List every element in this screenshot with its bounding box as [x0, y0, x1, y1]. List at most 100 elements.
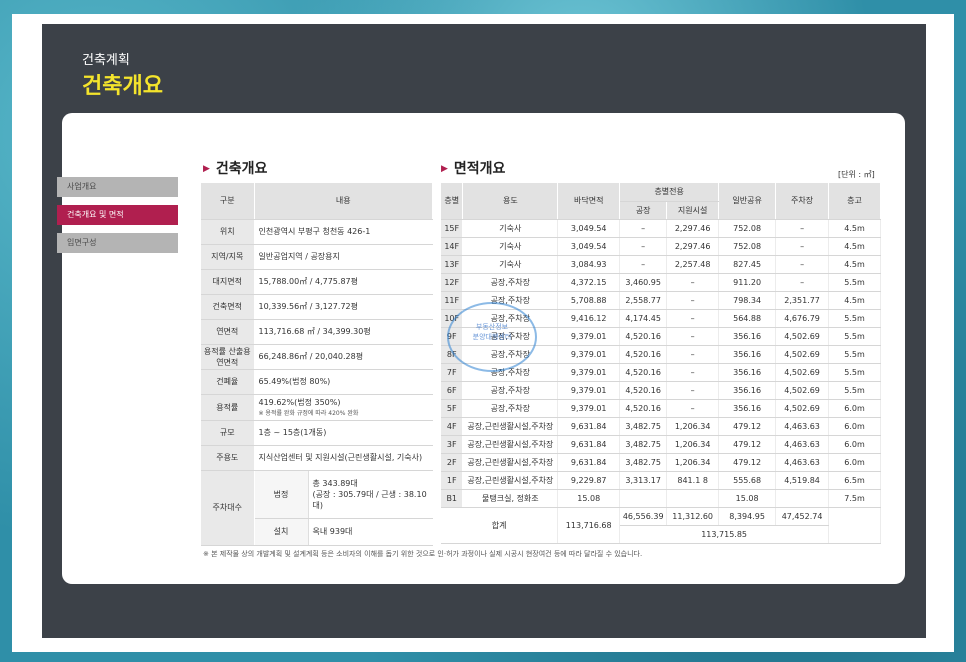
overview-section-title: ▶ 건축개요 — [203, 158, 267, 178]
table-cell-u: 기숙사 — [462, 237, 559, 256]
table-cell-f: 1F — [441, 471, 464, 490]
sidebar-item-business[interactable]: 사업개요 — [57, 177, 178, 197]
table-cell-h: 5.5m — [828, 273, 881, 292]
table-row: 3F 공장,근린생활시설,주차장 9,631.84 3,482.75 1,206.34 4… — [441, 435, 881, 454]
table-cell-s: 2,257.48 — [666, 255, 720, 274]
table-cell-a: 9,379.01 — [557, 327, 621, 346]
table-cell-fa: 3,313.17 — [619, 471, 668, 490]
table-cell-h: 6.5m — [828, 471, 881, 490]
table-cell-fa: 4,520.16 — [619, 345, 668, 364]
table-cell-h: 4.5m — [828, 219, 881, 238]
table-cell-c: 911.20 — [718, 273, 777, 292]
table-cell-h: 4.5m — [828, 237, 881, 256]
table-cell-a: 9,631.84 — [557, 435, 621, 454]
table-cell-s: – — [666, 291, 720, 310]
row-value: 지식산업센터 및 지원시설(근린생활시설, 기숙사) — [254, 445, 433, 471]
table-cell-a: 3,084.93 — [557, 255, 621, 274]
col-use: 용도 — [462, 183, 559, 220]
total-label: 합계 — [441, 507, 559, 544]
table-cell-u: 물탱크실, 정화조 — [462, 489, 559, 508]
table-cell-u: 공장,근린생활시설,주차장 — [462, 435, 559, 454]
table-cell-p: – — [775, 273, 830, 292]
row-value: 113,716.68 ㎡ / 34,399.30평 — [254, 319, 433, 345]
row-label: 건축면적 — [201, 294, 255, 320]
row-label: 주용도 — [201, 445, 255, 471]
table-cell-f: B1 — [441, 489, 464, 508]
table-cell-a: 3,049.54 — [557, 219, 621, 238]
overview-table: 구분 내용 위치 인천광역시 부평구 청천동 426-1 지역/지목 일반공업지역 … — [201, 183, 433, 546]
table-cell-u: 기숙사 — [462, 255, 559, 274]
table-cell-p: 2,351.77 — [775, 291, 830, 310]
table-cell-a: 3,049.54 — [557, 237, 621, 256]
row-value: 15,788.00㎡ / 4,775.87평 — [254, 269, 433, 295]
table-cell-h: 6.0m — [828, 417, 881, 436]
table-cell-p: 4,502.69 — [775, 345, 830, 364]
table-cell-fa: – — [619, 255, 668, 274]
table-cell-fa — [619, 489, 668, 508]
table-row: 4F 공장,근린생활시설,주차장 9,631.84 3,482.75 1,206.34 4… — [441, 417, 881, 436]
table-cell-p: – — [775, 219, 830, 238]
table-cell-a: 9,379.01 — [557, 399, 621, 418]
table-cell-p: 4,463.63 — [775, 417, 830, 436]
table-cell-a: 4,372.15 — [557, 273, 621, 292]
table-cell-s: – — [666, 273, 720, 292]
table-cell-c: 555.68 — [718, 471, 777, 490]
table-cell-c: 752.08 — [718, 237, 777, 256]
far-note: ※ 용적률 완화 규정에 따라 420% 완화 — [258, 410, 359, 417]
table-cell-a: 15.08 — [557, 489, 621, 508]
table-cell-p: – — [775, 237, 830, 256]
parking-legal-value: 총 343.89대 (공장 : 305.79대 / 근생 : 38.10대) — [308, 470, 433, 519]
table-cell-p: 4,463.63 — [775, 435, 830, 454]
table-cell-p: – — [775, 255, 830, 274]
row-value: 인천광역시 부평구 청천동 426-1 — [254, 219, 433, 245]
table-cell-s: 1,206.34 — [666, 417, 720, 436]
table-cell-h: 4.5m — [828, 255, 881, 274]
table-cell-f: 6F — [441, 381, 464, 400]
triangle-icon: ▶ — [441, 164, 448, 174]
table-cell-s — [666, 489, 720, 508]
table-cell-h: 5.5m — [828, 363, 881, 382]
table-cell-fa: 4,174.45 — [619, 309, 668, 328]
table-cell-s: 2,297.46 — [666, 237, 720, 256]
table-row: 13F 기숙사 3,084.93–2,257.48 827.45–4.5m — [441, 255, 881, 274]
area-title-text: 면적개요 — [453, 161, 506, 177]
footnote: ※ 본 제작물 상의 개발계획 및 설계계획 등은 소비자의 이해를 돕기 위한… — [203, 550, 643, 558]
table-row: 2F 공장,근린생활시설,주차장 9,631.84 3,482.75 1,206.34 4… — [441, 453, 881, 472]
table-cell-a: 9,379.01 — [557, 381, 621, 400]
stamp-line2: 분양대행센터 — [472, 333, 512, 341]
table-cell-c: 15.08 — [718, 489, 777, 508]
col-header-value: 내용 — [254, 183, 433, 220]
table-cell-p: 4,502.69 — [775, 381, 830, 400]
row-label: 위치 — [201, 219, 255, 245]
table-cell-s: 2,297.46 — [666, 219, 720, 238]
sidebar-item-overview[interactable]: 건축개요 및 면적 — [57, 205, 178, 225]
col-floor: 층별 — [441, 183, 464, 220]
table-row: 14F 기숙사 3,049.54–2,297.46 752.08–4.5m — [441, 237, 881, 256]
table-cell-a: 9,229.87 — [557, 471, 621, 490]
table-cell-c: 356.16 — [718, 399, 777, 418]
col-factory: 공장 — [619, 201, 668, 220]
table-cell-p: 4,519.84 — [775, 471, 830, 490]
table-cell-fa: 4,520.16 — [619, 381, 668, 400]
parking-install-value: 옥내 939대 — [308, 518, 433, 546]
total-sum: 113,715.85 — [619, 525, 830, 544]
table-cell-c: 827.45 — [718, 255, 777, 274]
table-cell-a: 5,708.88 — [557, 291, 621, 310]
table-cell-s: – — [666, 399, 720, 418]
parking-legal-breakdown: (공장 : 305.79대 / 근생 : 38.10대) — [312, 489, 427, 510]
table-cell-fa: – — [619, 219, 668, 238]
table-cell-fa: 4,520.16 — [619, 327, 668, 346]
table-cell-s: 1,206.34 — [666, 435, 720, 454]
table-cell-f: 12F — [441, 273, 464, 292]
table-cell-fa: 3,482.75 — [619, 453, 668, 472]
row-value: 10,339.56㎡ / 3,127.72평 — [254, 294, 433, 320]
table-cell-p: 4,463.63 — [775, 453, 830, 472]
col-height: 층고 — [828, 183, 881, 220]
row-label: 연면적 — [201, 319, 255, 345]
row-label: 지역/지목 — [201, 244, 255, 270]
table-cell-u: 공장,주차장 — [462, 381, 559, 400]
total-area: 113,716.68 — [557, 507, 621, 544]
table-cell-fa: – — [619, 237, 668, 256]
sidebar-item-elevation[interactable]: 입면구성 — [57, 233, 178, 253]
table-cell-c: 479.12 — [718, 453, 777, 472]
